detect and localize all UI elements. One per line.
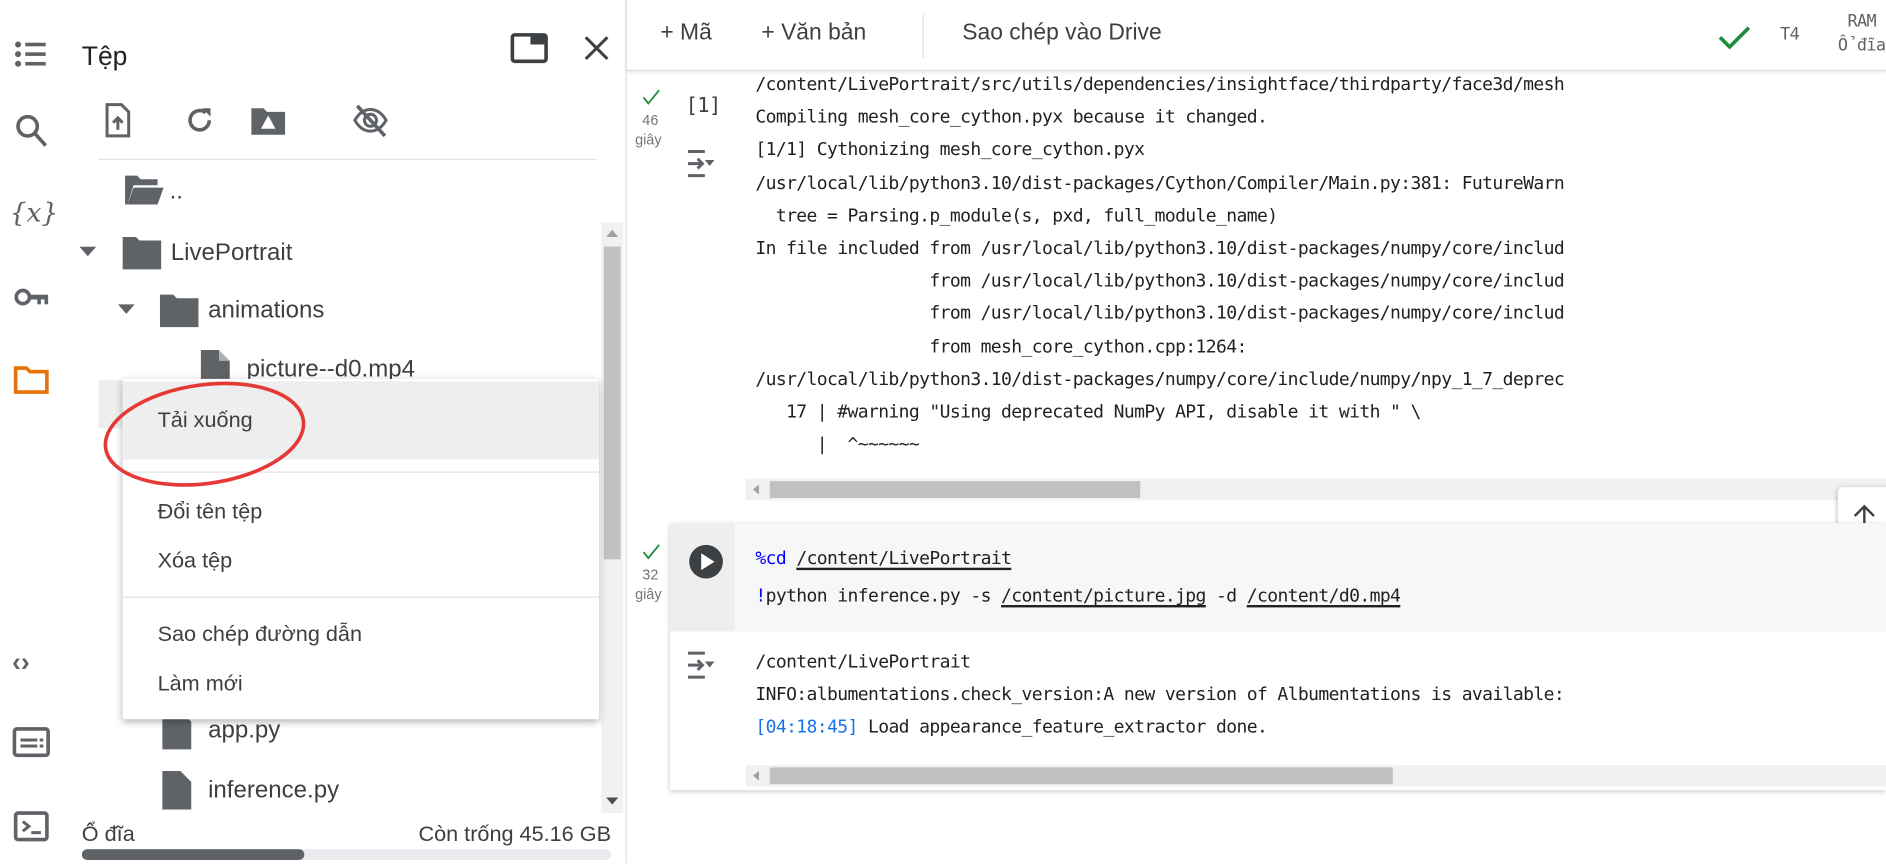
mount-drive-icon[interactable] — [250, 105, 286, 136]
tree-item-animations[interactable]: animations — [113, 290, 599, 333]
command-palette-icon[interactable] — [12, 726, 50, 758]
log-timestamp: [04:18:45] — [755, 715, 858, 738]
add-code-button[interactable]: + Mã — [660, 20, 711, 46]
connected-check-icon[interactable] — [1718, 24, 1752, 50]
code-line-1[interactable]: %cd /content/LivePortrait — [755, 547, 1012, 569]
upload-file-icon[interactable] — [103, 102, 132, 138]
refresh-icon[interactable] — [184, 105, 215, 136]
code-text: -d — [1205, 584, 1247, 607]
output-line: tree = Parsing.p_module(s, pxd, full_mod… — [755, 204, 1278, 226]
output-line: /content/LivePortrait/src/utils/dependen… — [755, 73, 1565, 96]
menu-item-refresh[interactable]: Làm mới — [123, 659, 599, 707]
output-line: Compiling mesh_core_cython.pyx because i… — [755, 106, 1268, 128]
shell-bang: ! — [755, 584, 766, 607]
hide-files-icon[interactable] — [352, 102, 388, 138]
execution-count: [1] — [685, 93, 722, 118]
output-line: 17 | #warning "Using deprecated NumPy AP… — [755, 400, 1421, 423]
output-line: /usr/local/lib/python3.10/dist-packages/… — [755, 367, 1565, 390]
copy-to-drive-button[interactable]: Sao chép vào Drive — [962, 20, 1161, 46]
disk-label: Ổ đĩa — [81, 821, 135, 846]
cell-exec-time: 46 — [642, 111, 659, 129]
tree-item-inference-py[interactable]: inference.py — [152, 770, 599, 813]
search-icon[interactable] — [14, 113, 48, 149]
menu-item-delete[interactable]: Xóa tệp — [123, 536, 599, 584]
hscroll-thumb[interactable] — [769, 767, 1393, 785]
cell-exec-time: 32 — [642, 566, 659, 584]
cell1-output-hscrollbar[interactable] — [745, 478, 1886, 501]
scroll-up-arrow-icon[interactable] — [606, 229, 619, 237]
code-text: python inference.py -s — [765, 584, 1002, 607]
maximize-panel-icon[interactable] — [510, 32, 548, 64]
output-line: from /usr/local/lib/python3.10/dist-pack… — [755, 302, 1565, 325]
cell-exec-time-unit: giây — [635, 131, 662, 148]
caret-down-icon[interactable] — [117, 304, 135, 316]
caret-down-icon[interactable] — [79, 246, 97, 259]
scroll-left-arrow-icon[interactable] — [752, 484, 759, 495]
scroll-down-arrow-icon[interactable] — [606, 797, 619, 805]
colab-window: {x} ‹› Tệp .. LivePortrait animations pi… — [0, 0, 1886, 864]
magic-command: %cd — [755, 547, 787, 569]
tree-item-liveportrait[interactable]: LivePortrait — [75, 232, 599, 275]
output-toggle-icon[interactable] — [683, 147, 717, 181]
left-rail: {x} ‹› — [0, 0, 63, 864]
run-cell-button[interactable] — [688, 544, 724, 580]
cell-success-check-icon — [642, 89, 660, 105]
folder-icon — [159, 294, 199, 328]
table-of-contents-icon[interactable] — [14, 40, 48, 69]
output-line: [04:18:45] Load appearance_feature_extra… — [755, 716, 1267, 738]
file-icon — [162, 770, 192, 810]
path-link[interactable]: /content/LivePortrait — [796, 547, 1012, 569]
tree-item-label: .. — [169, 178, 183, 205]
secrets-key-icon[interactable] — [14, 286, 50, 310]
variables-icon[interactable]: {x} — [10, 198, 59, 228]
tree-item-label: LivePortrait — [170, 239, 293, 266]
code-editor[interactable] — [669, 523, 1886, 632]
code-snippets-icon[interactable]: ‹› — [12, 647, 30, 678]
menu-divider — [122, 596, 599, 598]
path-link[interactable]: /content/picture.jpg — [1001, 585, 1206, 607]
tree-scrollbar-thumb[interactable] — [603, 246, 621, 560]
disk-free-text: Còn trống 45.16 GB — [418, 821, 612, 846]
red-annotation-circle — [103, 381, 306, 487]
output-line: INFO:albumentations.check_version:A new … — [755, 683, 1565, 705]
output-line: from mesh_core_cython.cpp:1264: — [755, 335, 1247, 357]
scroll-left-arrow-icon[interactable] — [752, 770, 759, 781]
toolbar-divider — [98, 158, 597, 160]
runtime-type[interactable]: T4 — [1780, 25, 1800, 44]
menu-item-copy-path[interactable]: Sao chép đường dẫn — [123, 610, 599, 658]
cell2-output-hscrollbar[interactable] — [745, 764, 1886, 787]
path-link[interactable]: /content/d0.mp4 — [1247, 585, 1401, 607]
panel-title: Tệp — [81, 40, 128, 71]
tree-item-label: animations — [208, 297, 325, 324]
tree-item-label: inference.py — [208, 777, 340, 804]
disk-usage-fill — [81, 849, 305, 861]
disk-usage-bar — [81, 849, 612, 861]
terminal-icon[interactable] — [13, 811, 49, 842]
tree-item-label: app.py — [208, 716, 281, 744]
hscroll-thumb[interactable] — [769, 481, 1141, 498]
ram-label[interactable]: RAM — [1848, 12, 1877, 31]
output-toggle-icon[interactable] — [683, 648, 717, 682]
close-panel-icon[interactable] — [582, 34, 611, 63]
cell-success-check-icon — [642, 544, 660, 560]
tree-scrollbar[interactable] — [601, 222, 624, 814]
disk-resource-label[interactable]: Ổ đĩa — [1838, 36, 1886, 55]
folder-icon — [122, 236, 162, 270]
add-text-button[interactable]: + Văn bản — [761, 20, 866, 46]
output-line: | ^~~~~~~ — [755, 433, 920, 455]
toolbar-separator — [922, 14, 924, 58]
log-message: Load appearance_feature_extractor done. — [857, 715, 1268, 738]
folder-open-icon — [125, 175, 164, 205]
files-folder-icon[interactable] — [13, 364, 49, 395]
output-line: In file included from /usr/local/lib/pyt… — [755, 236, 1565, 259]
code-line-2[interactable]: !python inference.py -s /content/picture… — [755, 584, 1401, 607]
cell-exec-time-unit: giây — [635, 585, 662, 603]
output-line: from /usr/local/lib/python3.10/dist-pack… — [755, 269, 1565, 292]
tree-item-parent[interactable]: .. — [99, 171, 599, 214]
output-line: [1/1] Cythonizing mesh_core_cython.pyx — [755, 138, 1145, 161]
output-line: /content/LivePortrait — [755, 650, 971, 673]
output-line: /usr/local/lib/python3.10/dist-packages/… — [755, 171, 1565, 194]
